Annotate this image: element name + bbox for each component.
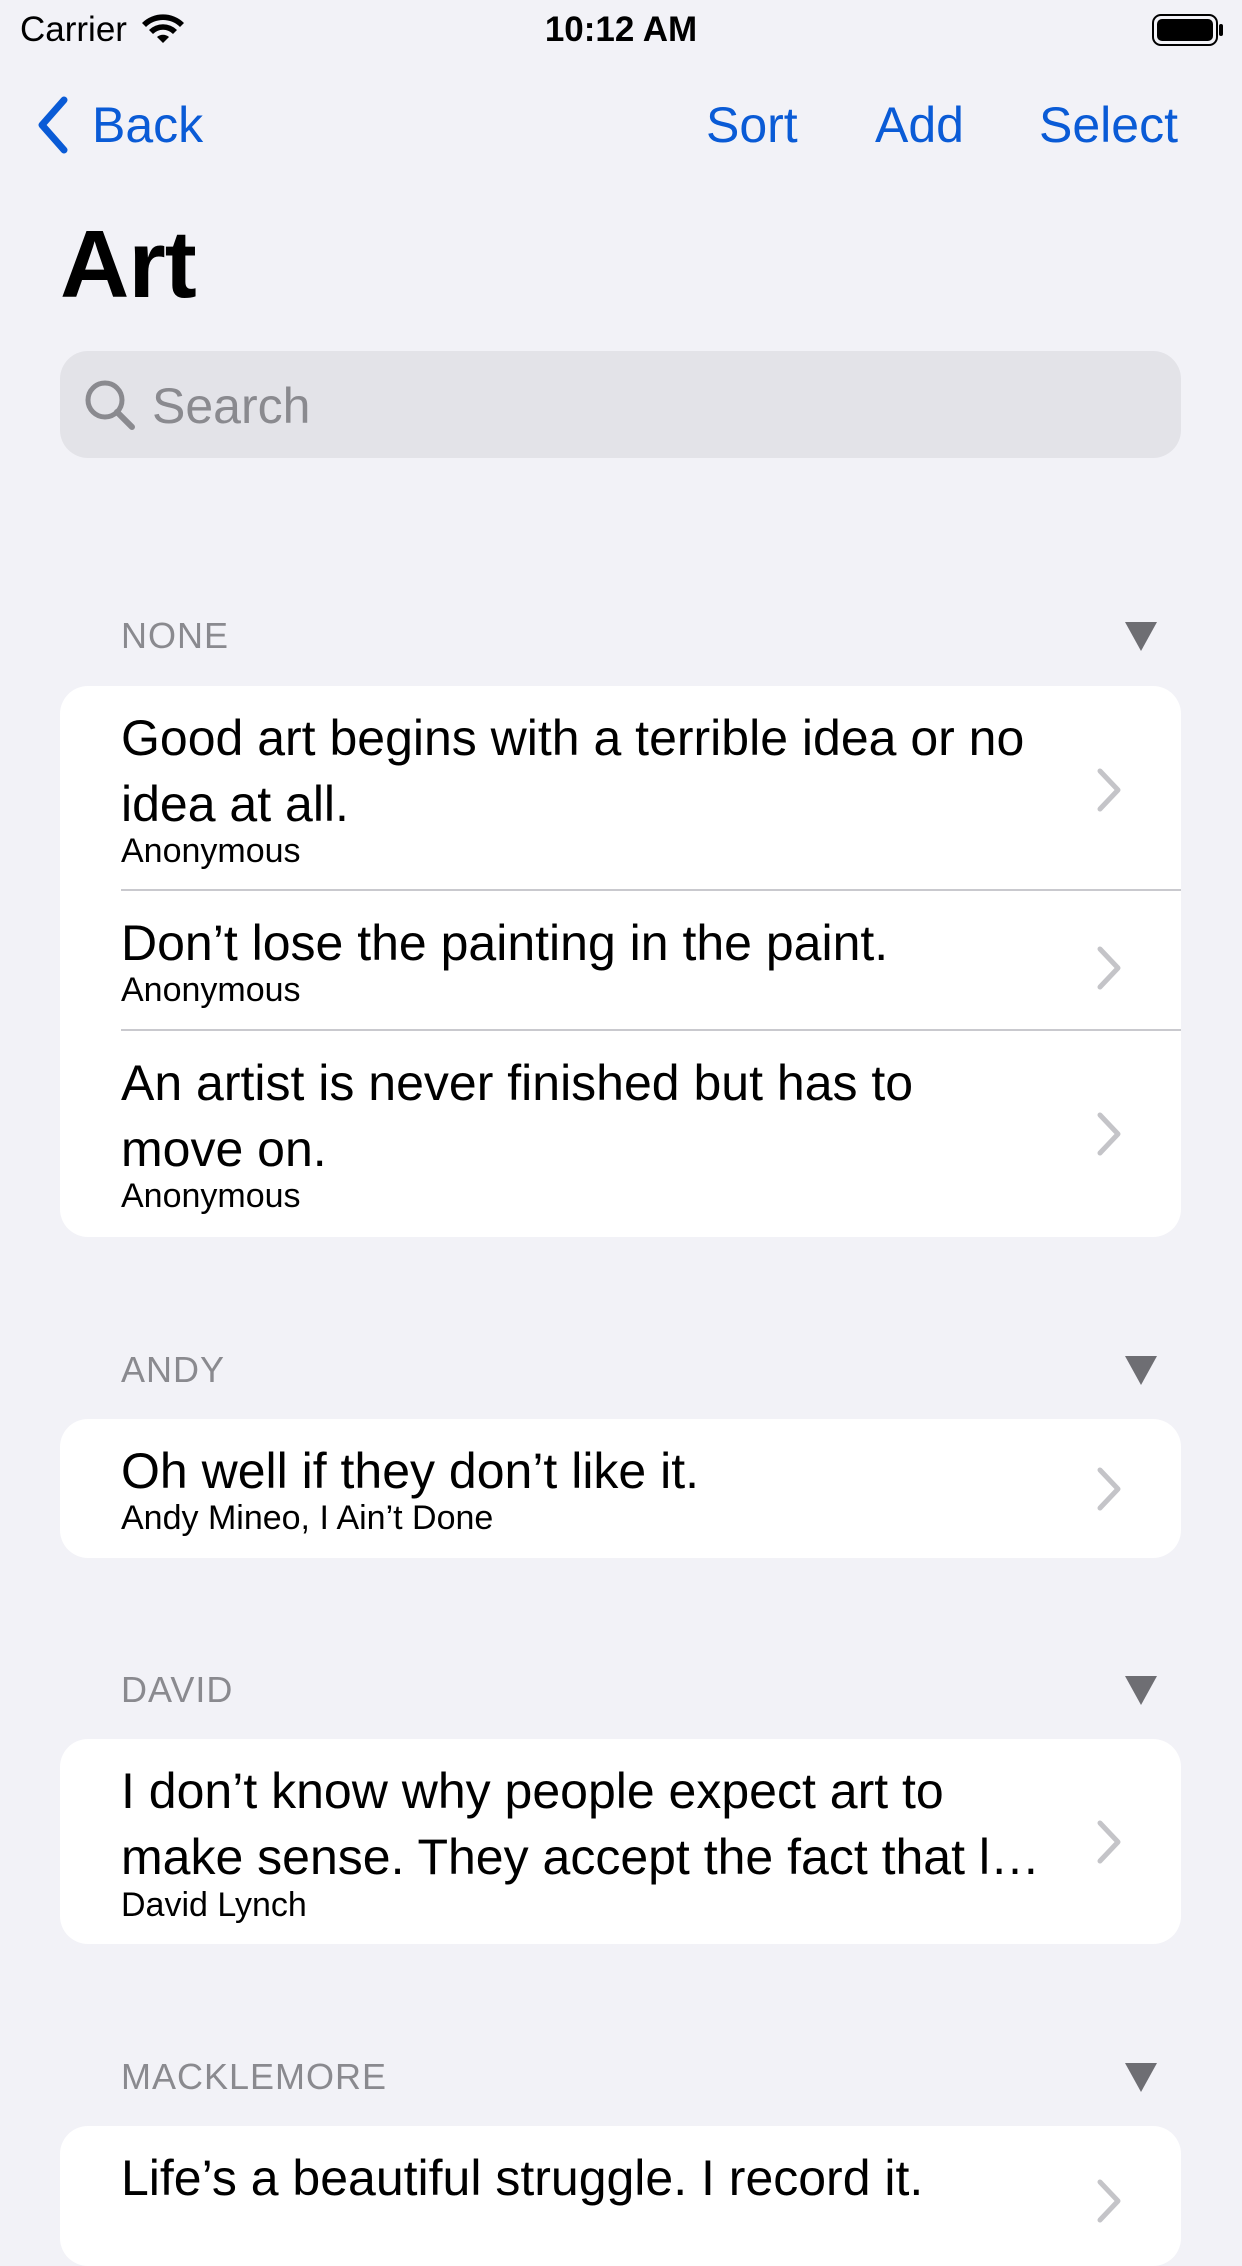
section-header-label: DAVID (121, 1669, 234, 1710)
section-header-none[interactable]: NONE (121, 605, 1181, 665)
quote-text-line-2: make sense. They accept the fact that l… (121, 1829, 1040, 1885)
collapse-triangle-icon[interactable] (1123, 1353, 1159, 1387)
chevron-right-icon (1097, 1112, 1121, 1156)
quote-row[interactable]: I don’t know why people expect art to ma… (60, 1739, 1181, 1944)
chevron-right-icon (1097, 2179, 1121, 2223)
quote-row[interactable]: Life’s a beautiful struggle. I record it… (60, 2126, 1181, 2266)
back-button[interactable]: Back (36, 96, 203, 154)
status-time: 10:12 AM (544, 10, 698, 49)
quote-row[interactable]: Don’t lose the painting in the paint. An… (60, 891, 1181, 1031)
page-title: Art (60, 211, 197, 318)
quote-row[interactable]: Good art begins with a terrible idea or … (60, 686, 1181, 891)
collapse-triangle-icon[interactable] (1123, 619, 1159, 653)
quote-text: Life’s a beautiful struggle. I record it… (121, 2150, 924, 2206)
section-header-andy[interactable]: ANDY (121, 1339, 1181, 1399)
add-button[interactable]: Add (875, 96, 964, 154)
chevron-right-icon (1097, 946, 1121, 990)
search-field[interactable]: Search (60, 351, 1181, 458)
quote-author: Anonymous (121, 971, 301, 1009)
quote-author: David Lynch (121, 1886, 307, 1924)
chevron-right-icon (1097, 1467, 1121, 1511)
section-header-macklemore[interactable]: MACKLEMORE (121, 2046, 1181, 2106)
quote-text: Don’t lose the painting in the paint. (121, 915, 889, 971)
search-icon (85, 380, 135, 430)
sort-button[interactable]: Sort (706, 96, 798, 154)
quote-text-line-1: I don’t know why people expect art to (121, 1763, 944, 1819)
chevron-right-icon (1097, 768, 1121, 812)
status-bar: Carrier 10:12 AM (0, 0, 1242, 62)
quote-author: Anonymous (121, 1177, 301, 1215)
collapse-triangle-icon[interactable] (1123, 1673, 1159, 1707)
section-header-label: ANDY (121, 1349, 226, 1390)
quote-list-david: I don’t know why people expect art to ma… (60, 1739, 1181, 1944)
quote-author: Andy Mineo, I Ain’t Done (121, 1499, 494, 1537)
section-header-label: NONE (121, 615, 230, 656)
search-placeholder: Search (152, 378, 311, 434)
chevron-left-icon (38, 96, 68, 154)
select-button[interactable]: Select (1039, 96, 1178, 154)
back-label: Back (92, 97, 204, 153)
quote-text: An artist is never finished but has to m… (121, 1055, 914, 1177)
battery-icon (1152, 14, 1223, 46)
section-header-david[interactable]: DAVID (121, 1659, 1181, 1719)
quote-text: Good art begins with a terrible idea or … (121, 710, 1025, 832)
quote-row[interactable]: Oh well if they don’t like it. Andy Mine… (60, 1419, 1181, 1558)
quote-list-none: Good art begins with a terrible idea or … (60, 686, 1181, 1237)
quote-list-macklemore: Life’s a beautiful struggle. I record it… (60, 2126, 1181, 2266)
collapse-triangle-icon[interactable] (1123, 2060, 1159, 2094)
quote-text: Oh well if they don’t like it. (121, 1443, 700, 1499)
chevron-right-icon (1097, 1820, 1121, 1864)
quote-list-andy: Oh well if they don’t like it. Andy Mine… (60, 1419, 1181, 1558)
quote-row[interactable]: An artist is never finished but has to m… (60, 1031, 1181, 1237)
quote-author: Anonymous (121, 832, 301, 870)
section-header-label: MACKLEMORE (121, 2056, 388, 2097)
navigation-bar: Back Sort Add Select (0, 90, 1242, 162)
